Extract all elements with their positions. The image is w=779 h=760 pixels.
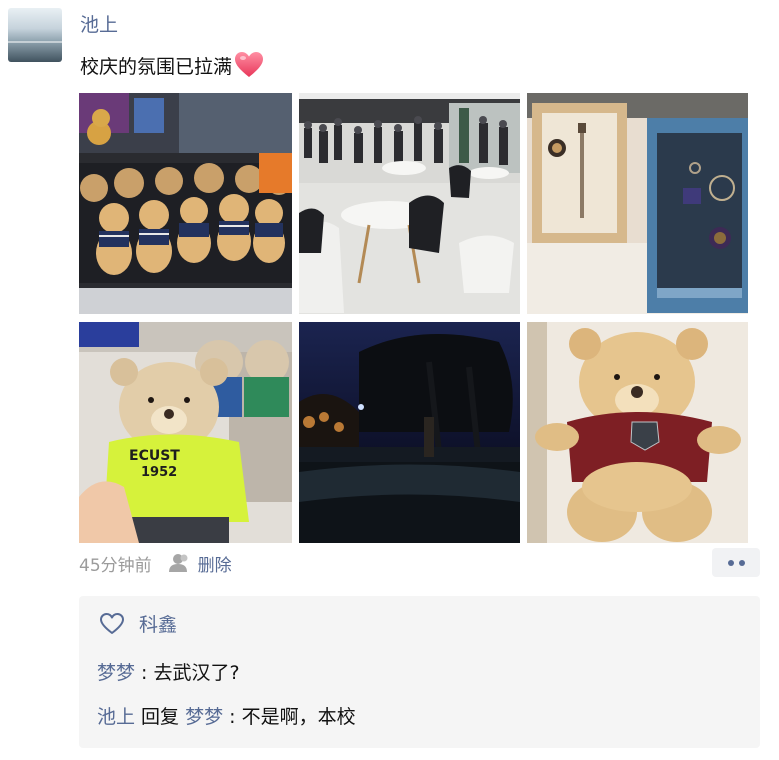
comment-separator: :	[135, 662, 154, 684]
comment-text: 去武汉了?	[153, 662, 240, 684]
hoodie-text-ecust: ECUST	[129, 448, 180, 464]
comment-item[interactable]: 池上 回复 梦梦 : 不是啊，本校	[97, 702, 356, 729]
reply-word: 回复	[135, 706, 186, 728]
photo-bear-in-red-sweater[interactable]	[527, 322, 748, 543]
post-author-name[interactable]: 池上	[80, 10, 118, 37]
photo-bear-in-ecust-hoodie[interactable]: ECUST 1952	[79, 322, 292, 543]
post-text-content: 校庆的氛围已拉满	[80, 55, 233, 78]
avatar[interactable]	[8, 8, 62, 62]
post-time: 45分钟前	[79, 555, 152, 576]
comment-text: 不是啊，本校	[241, 706, 356, 728]
heart-outline-icon	[99, 612, 125, 636]
photo-grid: ECUST 1952	[79, 93, 748, 543]
two-dots-icon	[727, 559, 734, 566]
photo-teddy-bears-display[interactable]	[79, 93, 292, 314]
photo-crowded-hall-with-tables[interactable]	[299, 93, 520, 314]
hoodie-text-year: 1952	[141, 465, 177, 480]
more-actions-button[interactable]	[712, 548, 760, 577]
interactions-box: 科鑫 梦梦 : 去武汉了? 池上 回复 梦梦 : 不是啊，本校	[79, 596, 760, 748]
delete-button[interactable]: 删除	[198, 551, 232, 576]
two-dots-icon-dot	[738, 559, 745, 566]
person-icon[interactable]	[168, 553, 190, 573]
comment-author[interactable]: 池上	[97, 706, 135, 728]
post-text: 校庆的氛围已拉满	[80, 51, 264, 79]
photo-keychain-gift-box[interactable]	[527, 93, 748, 314]
likes-row: 科鑫	[99, 610, 177, 637]
photo-campus-at-night[interactable]	[299, 322, 520, 543]
heart-emoji-icon	[234, 51, 264, 79]
comment-author[interactable]: 梦梦	[97, 662, 135, 684]
reply-to-name[interactable]: 梦梦	[185, 706, 223, 728]
post-meta-row: 45分钟前 删除	[79, 548, 760, 577]
comment-separator: :	[223, 706, 242, 728]
comment-item[interactable]: 梦梦 : 去武汉了?	[97, 658, 240, 685]
liker-name[interactable]: 科鑫	[139, 610, 177, 637]
